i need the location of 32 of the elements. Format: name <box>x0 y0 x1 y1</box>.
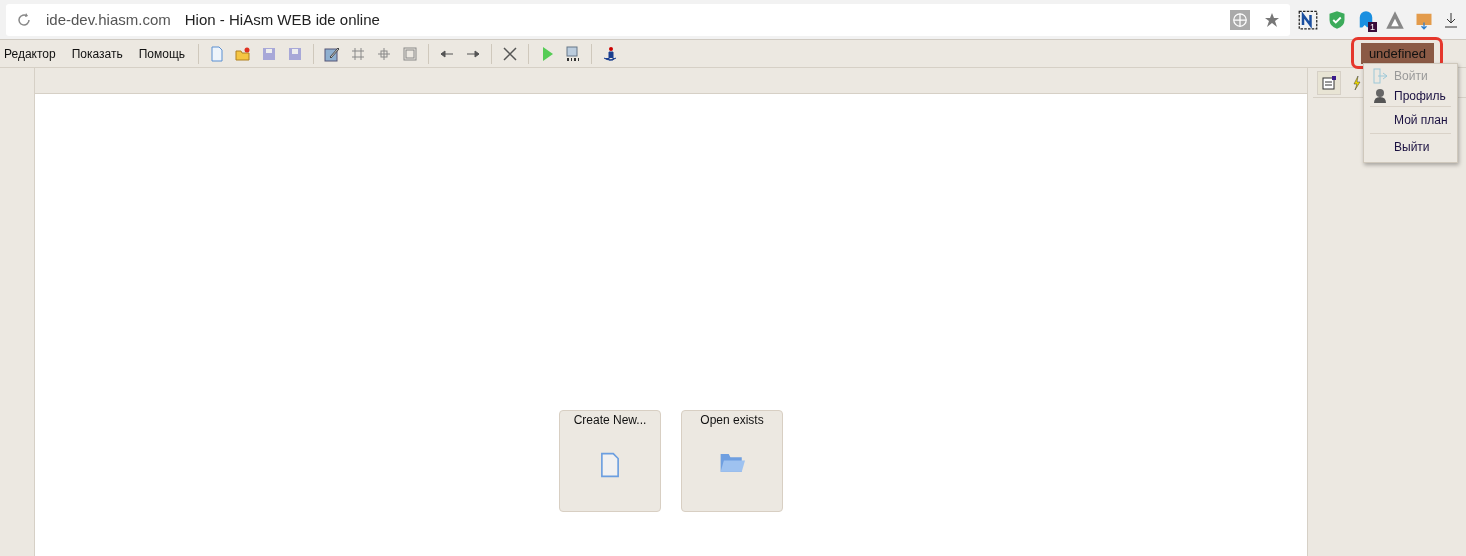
menu-option[interactable]: Профиль <box>1364 86 1457 106</box>
binary-export-icon <box>565 45 582 62</box>
shield-icon <box>1327 9 1347 30</box>
n-logo-icon <box>1298 9 1318 30</box>
open-folder-icon <box>235 45 252 62</box>
menu-option[interactable]: Мой план <box>1364 107 1457 133</box>
login-icon <box>1372 68 1388 84</box>
save-as-icon <box>287 45 304 62</box>
close-icon <box>502 45 519 62</box>
menu-item[interactable]: Показать <box>63 46 131 61</box>
menu-item[interactable]: Редактор <box>0 46 64 61</box>
new-document-icon <box>209 45 226 62</box>
properties-icon <box>1321 74 1337 91</box>
count-badge: 1 <box>1368 21 1377 32</box>
fit-frame-icon <box>402 45 419 62</box>
save-icon <box>261 45 278 62</box>
user-icon <box>1372 88 1388 104</box>
create-new-button[interactable]: Create New... <box>559 410 661 512</box>
address-bar[interactable]: ide-dev.hiasm.com Hion - HiAsm WEB ide online <box>6 3 1290 36</box>
globe-icon <box>1230 9 1250 30</box>
url-text: ide-dev.hiasm.com <box>46 11 171 28</box>
crosshair-icon <box>376 45 393 62</box>
menu-option[interactable]: Выйти <box>1364 134 1457 160</box>
star-icon <box>1264 11 1280 28</box>
pencil-edit-icon <box>324 45 341 62</box>
menu-item[interactable]: Помощь <box>130 46 194 61</box>
properties-tab[interactable] <box>1317 70 1341 95</box>
page-title: Hion - HiAsm WEB ide online <box>184 11 381 28</box>
reload-icon <box>16 11 32 28</box>
open-button[interactable]: Open exists <box>681 410 783 512</box>
triangle-logo-icon <box>1385 9 1405 30</box>
grid-icon <box>350 45 367 62</box>
